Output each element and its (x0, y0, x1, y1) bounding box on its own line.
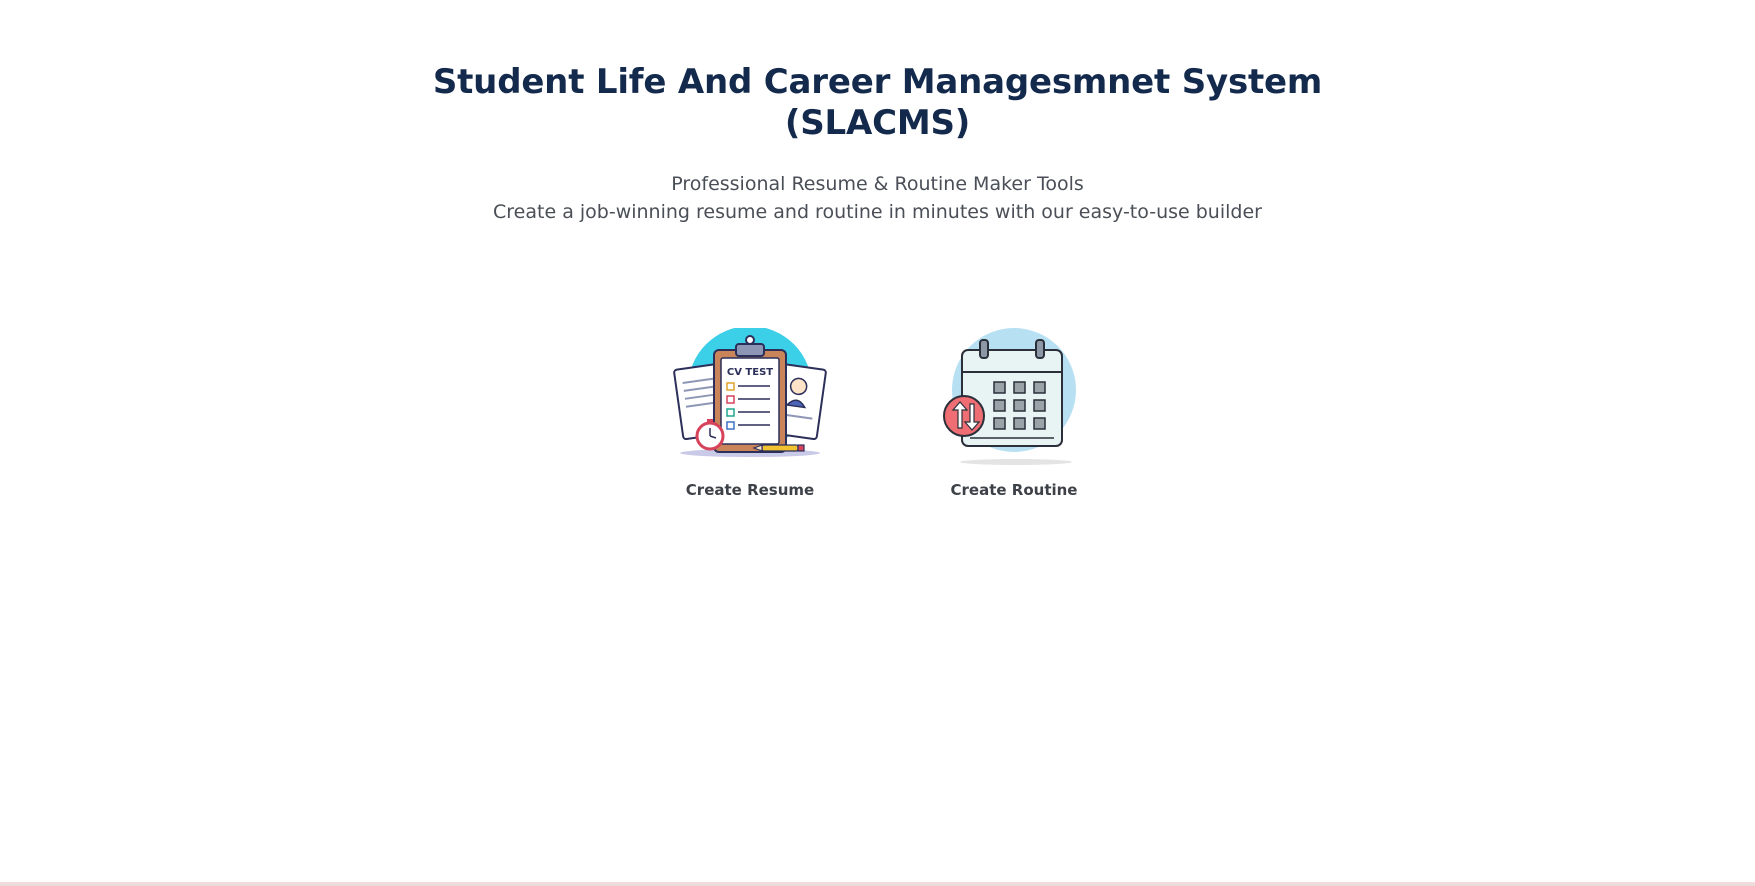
cv-clipboard-icon: CV TEST (673, 328, 827, 457)
svg-text:CV TEST: CV TEST (727, 367, 773, 378)
create-routine-label: Create Routine (950, 481, 1078, 499)
page-subtitle: Professional Resume & Routine Maker Tool… (0, 170, 1755, 226)
calendar-icon (943, 328, 1076, 465)
page-header: Student Life And Career Managesmnet Syst… (0, 62, 1755, 226)
subtitle-line-1: Professional Resume & Routine Maker Tool… (671, 173, 1084, 195)
subtitle-line-2: Create a job-winning resume and routine … (493, 201, 1262, 223)
bottom-divider (0, 882, 1755, 886)
create-routine-card[interactable]: Create Routine (924, 328, 1104, 500)
page-title: Student Life And Career Managesmnet Syst… (432, 62, 1323, 143)
create-resume-card[interactable]: CV TEST Create Resume (660, 328, 840, 500)
create-resume-label: Create Resume (685, 481, 815, 499)
